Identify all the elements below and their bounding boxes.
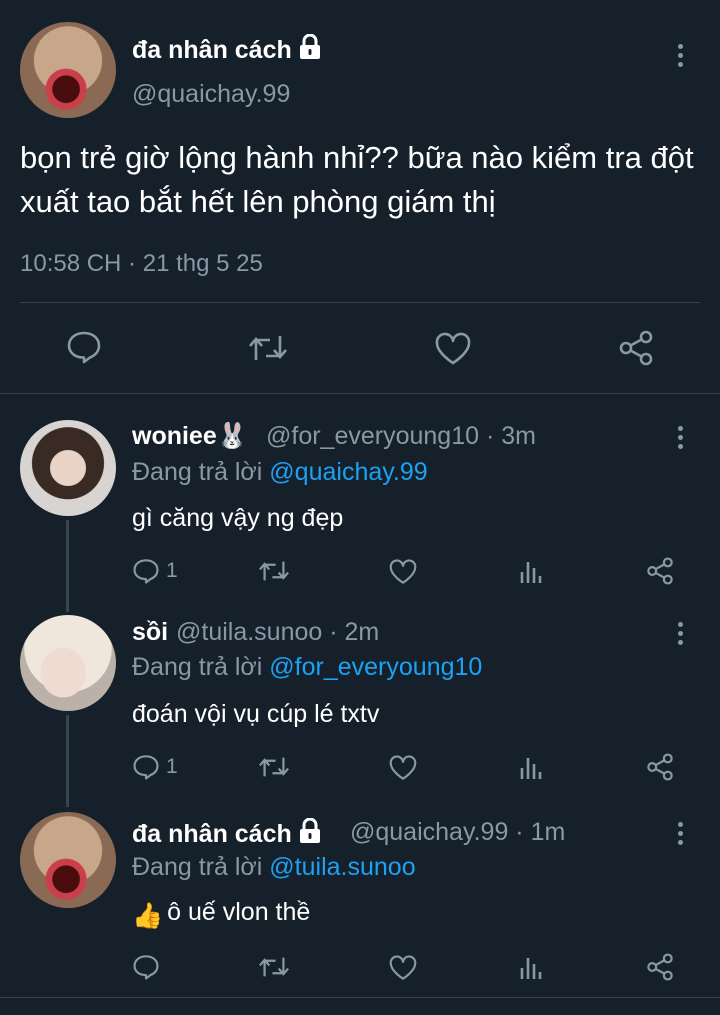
reply-icon bbox=[67, 331, 101, 364]
like-button[interactable] bbox=[434, 332, 472, 366]
avatar[interactable] bbox=[20, 420, 116, 516]
handle-and-time[interactable]: @tuila.sunoo · 2m bbox=[176, 618, 379, 647]
thread-line bbox=[66, 715, 69, 807]
reply-icon bbox=[133, 755, 159, 780]
mention-link[interactable]: @quaichay.99 bbox=[269, 458, 427, 486]
replying-to: Đang trả lời @tuila.sunoo bbox=[132, 853, 416, 881]
retweet-icon bbox=[259, 957, 289, 977]
thread-line bbox=[66, 520, 69, 612]
more-options-icon[interactable] bbox=[676, 822, 684, 845]
reply-text: 👍 ô uế vlon thề bbox=[132, 898, 311, 930]
analytics-button[interactable] bbox=[519, 558, 543, 584]
reply-text: đoán vội vụ cúp lé txtv bbox=[132, 700, 380, 728]
thumbs-up-emoji: 👍 bbox=[132, 902, 164, 930]
retweet-icon bbox=[259, 757, 289, 777]
replying-to: Đang trả lời @for_everyoung10 bbox=[132, 653, 483, 681]
share-button[interactable] bbox=[646, 953, 674, 981]
more-options-icon[interactable] bbox=[676, 44, 684, 67]
rabbit-emoji: 🐰 bbox=[216, 422, 248, 450]
section-separator bbox=[0, 393, 720, 394]
share-icon bbox=[647, 557, 673, 585]
handle-and-time[interactable]: @for_everyoung10 · 3m bbox=[266, 422, 536, 451]
analytics-icon bbox=[520, 958, 542, 979]
analytics-button[interactable] bbox=[519, 954, 543, 980]
like-button[interactable] bbox=[388, 755, 418, 781]
retweet-button[interactable] bbox=[258, 560, 290, 582]
avatar[interactable] bbox=[20, 615, 116, 711]
share-icon bbox=[647, 753, 673, 781]
main-tweet: đa nhân cách @quaichay.99 bọn trẻ giờ lộ… bbox=[0, 0, 720, 395]
lock-icon bbox=[299, 34, 320, 59]
retweet-button[interactable] bbox=[258, 956, 290, 978]
analytics-button[interactable] bbox=[519, 754, 543, 780]
display-name[interactable]: sồi bbox=[132, 618, 168, 647]
retweet-button[interactable] bbox=[258, 756, 290, 778]
reply-button[interactable]: 1 bbox=[132, 754, 178, 780]
reply-button[interactable] bbox=[132, 954, 166, 980]
tweet-timestamp[interactable]: 10:58 CH · 21 thg 5 25 bbox=[20, 250, 263, 278]
reply-icon bbox=[133, 955, 159, 980]
like-icon bbox=[389, 955, 417, 980]
share-button[interactable] bbox=[646, 753, 674, 781]
avatar[interactable] bbox=[20, 22, 116, 118]
more-options-icon[interactable] bbox=[676, 622, 684, 645]
share-icon bbox=[647, 953, 673, 981]
more-options-icon[interactable] bbox=[676, 426, 684, 449]
like-button[interactable] bbox=[388, 955, 418, 981]
divider bbox=[20, 302, 700, 303]
handle[interactable]: @quaichay.99 bbox=[132, 80, 290, 109]
reply-button[interactable]: 1 bbox=[132, 558, 178, 584]
reply-count: 1 bbox=[166, 755, 178, 778]
analytics-icon bbox=[520, 562, 542, 583]
tweet-text: bọn trẻ giờ lộng hành nhỉ?? bữa nào kiểm… bbox=[20, 140, 694, 219]
reply-icon bbox=[133, 559, 159, 584]
mention-link[interactable]: @tuila.sunoo bbox=[269, 853, 415, 881]
retweet-icon bbox=[259, 561, 289, 581]
share-button[interactable] bbox=[618, 330, 654, 366]
like-icon bbox=[389, 559, 417, 584]
like-button[interactable] bbox=[388, 559, 418, 585]
section-separator bbox=[0, 997, 720, 998]
display-name[interactable]: đa nhân cách bbox=[132, 34, 322, 65]
retweet-button[interactable] bbox=[248, 334, 288, 362]
like-icon bbox=[389, 755, 417, 780]
lock-icon bbox=[299, 818, 320, 843]
like-icon bbox=[435, 332, 471, 365]
avatar[interactable] bbox=[20, 812, 116, 908]
mention-link[interactable]: @for_everyoung10 bbox=[269, 653, 482, 681]
share-button[interactable] bbox=[646, 557, 674, 585]
display-name[interactable]: đa nhân cách bbox=[132, 818, 322, 849]
display-name[interactable]: woniee🐰 bbox=[132, 422, 248, 451]
analytics-icon bbox=[520, 758, 542, 779]
reply-text: gì căng vậy ng đẹp bbox=[132, 504, 344, 532]
retweet-icon bbox=[249, 336, 287, 360]
share-icon bbox=[619, 330, 653, 366]
reply-button[interactable] bbox=[66, 330, 102, 364]
reply-count: 1 bbox=[166, 559, 178, 582]
handle-and-time[interactable]: @quaichay.99 · 1m bbox=[350, 818, 565, 847]
replying-to: Đang trả lời @quaichay.99 bbox=[132, 458, 428, 486]
